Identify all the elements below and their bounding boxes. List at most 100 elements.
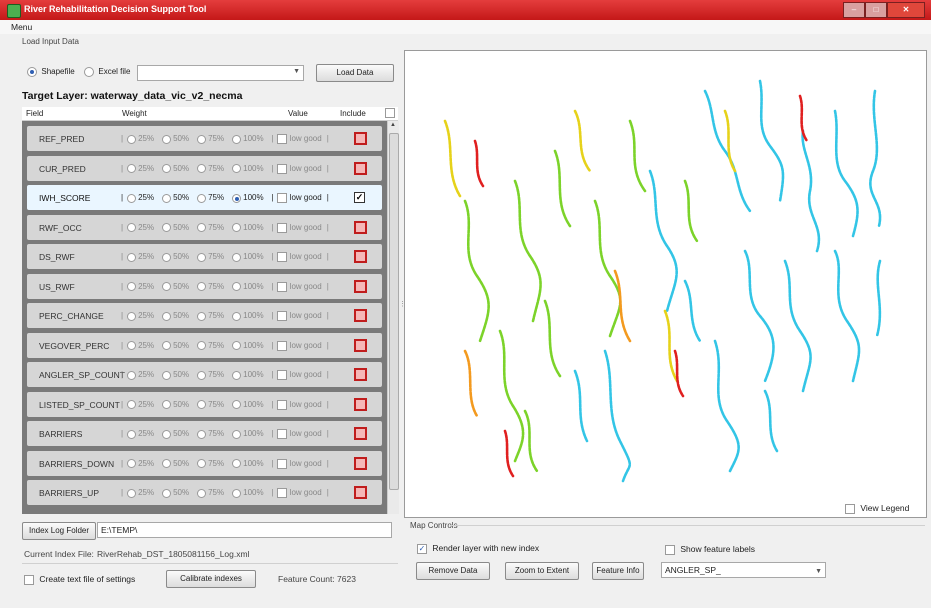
shapefile-radio-dot[interactable] (27, 66, 37, 77)
field-row[interactable]: US_RWF | 25% 50% 75% 100% | low good | (27, 273, 382, 299)
weight-radio[interactable] (162, 400, 172, 409)
map-view[interactable]: View Legend (404, 50, 927, 518)
weight-radio[interactable] (162, 282, 172, 291)
weight-radio[interactable] (127, 164, 137, 173)
weight-radio[interactable] (197, 223, 207, 232)
weight-radio[interactable] (197, 400, 207, 409)
weight-radio[interactable] (127, 459, 137, 468)
field-row[interactable]: CUR_PRED | 25% 50% 75% 100% | low good | (27, 155, 382, 181)
weight-radio[interactable] (127, 134, 137, 144)
include-checkbox[interactable] (354, 368, 367, 381)
include-checkbox[interactable] (354, 309, 367, 322)
weight-radio[interactable] (162, 193, 172, 203)
field-row[interactable]: VEGOVER_PERC | 25% 50% 75% 100% | low good | (27, 332, 382, 358)
weight-radio[interactable] (197, 252, 207, 262)
excel-radio[interactable]: Excel file (84, 66, 130, 77)
low-good-checkbox[interactable] (276, 399, 287, 410)
weight-radio[interactable] (197, 488, 207, 498)
weight-radio[interactable] (232, 400, 242, 409)
field-row[interactable]: LISTED_SP_COUNT | 25% 50% 75% 100% | low good | (27, 391, 382, 417)
field-row[interactable]: IWH_SCORE | 25% 50% 75% 100% | low good | ✓ (27, 185, 382, 210)
field-list-scrollbar[interactable]: ▲ (387, 121, 399, 514)
low-good-checkbox[interactable] (276, 222, 287, 233)
low-good-checkbox[interactable] (276, 370, 287, 380)
weight-radio[interactable] (162, 311, 172, 321)
include-checkbox[interactable] (354, 338, 367, 352)
weight-radio[interactable] (127, 370, 137, 380)
render-layer-box[interactable]: ✓ (417, 543, 427, 554)
low-good-checkbox[interactable] (276, 252, 287, 262)
low-good-checkbox[interactable] (276, 488, 287, 498)
chevron-down-icon[interactable]: ▼ (293, 68, 300, 75)
weight-radio[interactable] (162, 134, 172, 144)
show-feature-labels-box[interactable] (665, 544, 675, 555)
weight-radio[interactable] (197, 370, 207, 380)
weight-radio[interactable] (197, 459, 207, 468)
view-legend-checkbox[interactable]: View Legend (845, 503, 909, 514)
weight-radio[interactable] (232, 429, 242, 439)
field-row[interactable]: BARRIERS_UP | 25% 50% 75% 100% | low good | (27, 480, 382, 505)
field-row[interactable]: DS_RWF | 25% 50% 75% 100% | low good | (27, 244, 382, 269)
field-row[interactable]: PERC_CHANGE | 25% 50% 75% 100% | low good | (27, 303, 382, 328)
weight-radio[interactable] (162, 341, 172, 350)
weight-radio[interactable] (162, 223, 172, 232)
shapefile-radio[interactable]: Shapefile (27, 66, 75, 77)
weight-radio[interactable] (197, 311, 207, 321)
load-data-button[interactable]: Load Data (316, 64, 394, 82)
weight-radio[interactable] (127, 223, 137, 232)
render-layer-checkbox[interactable]: ✓ Render layer with new index (417, 543, 539, 554)
include-all-checkbox[interactable] (385, 108, 395, 118)
minimize-button[interactable]: – (843, 2, 865, 18)
create-text-file-checkbox[interactable]: Create text file of settings (24, 574, 135, 585)
low-good-checkbox[interactable] (276, 311, 287, 321)
low-good-checkbox[interactable] (276, 458, 287, 469)
show-feature-labels-checkbox[interactable]: Show feature labels (665, 544, 755, 555)
low-good-checkbox[interactable] (276, 429, 287, 439)
weight-radio[interactable] (197, 429, 207, 439)
weight-radio[interactable] (127, 252, 137, 262)
river-network-map[interactable] (405, 51, 926, 517)
scrollbar-thumb[interactable] (389, 133, 399, 490)
field-row[interactable]: BARRIERS_DOWN | 25% 50% 75% 100% | low good | (27, 450, 382, 476)
low-good-checkbox[interactable] (276, 281, 287, 292)
include-checkbox[interactable] (354, 486, 367, 499)
maximize-button[interactable]: □ (865, 2, 887, 18)
remove-data-button[interactable]: Remove Data (416, 562, 490, 580)
weight-radio[interactable] (232, 193, 242, 203)
weight-radio[interactable] (127, 341, 137, 350)
include-checkbox[interactable] (354, 132, 367, 145)
weight-radio[interactable] (127, 400, 137, 409)
weight-radio[interactable] (162, 459, 172, 468)
close-button[interactable]: ✕ (887, 2, 925, 18)
weight-radio[interactable] (197, 341, 207, 350)
field-row[interactable]: ANGLER_SP_COUNT | 25% 50% 75% 100% | low good | (27, 362, 382, 387)
chevron-down-icon[interactable]: ▼ (815, 565, 822, 579)
weight-radio[interactable] (197, 282, 207, 291)
low-good-checkbox[interactable] (276, 134, 287, 144)
weight-radio[interactable] (127, 311, 137, 321)
feature-info-button[interactable]: Feature Info (592, 562, 644, 580)
weight-radio[interactable] (232, 370, 242, 380)
weight-radio[interactable] (127, 282, 137, 291)
create-text-file-box[interactable] (24, 574, 34, 585)
weight-radio[interactable] (162, 488, 172, 498)
include-checkbox[interactable] (354, 279, 367, 293)
calibrate-indexes-button[interactable]: Calibrate indexes (166, 570, 256, 588)
include-checkbox[interactable] (354, 250, 367, 263)
weight-radio[interactable] (232, 223, 242, 232)
weight-radio[interactable] (232, 252, 242, 262)
weight-radio[interactable] (232, 311, 242, 321)
weight-radio[interactable] (197, 134, 207, 144)
zoom-to-extent-button[interactable]: Zoom to Extent (505, 562, 579, 580)
field-row[interactable]: BARRIERS | 25% 50% 75% 100% | low good | (27, 421, 382, 446)
view-legend-box[interactable] (845, 503, 855, 514)
menu-item-menu[interactable]: Menu (11, 22, 32, 32)
include-checkbox[interactable] (354, 456, 367, 470)
include-checkbox[interactable] (354, 397, 367, 411)
label-field-combo[interactable]: ANGLER_SP_ ▼ (661, 562, 826, 578)
weight-radio[interactable] (232, 459, 242, 468)
weight-radio[interactable] (162, 370, 172, 380)
weight-radio[interactable] (232, 164, 242, 173)
include-checkbox[interactable] (354, 161, 367, 175)
weight-radio[interactable] (162, 164, 172, 173)
